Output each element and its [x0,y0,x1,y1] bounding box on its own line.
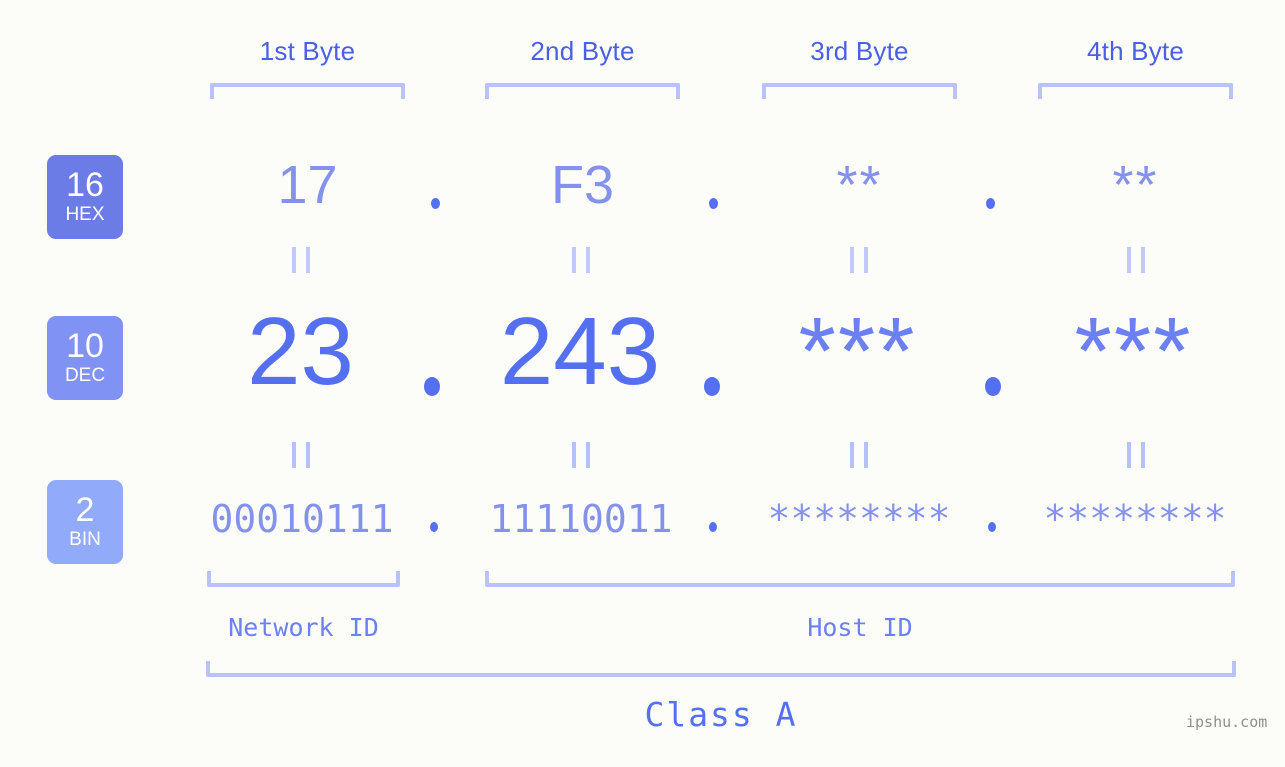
equivalence-mark-hex-dec-2 [572,247,590,273]
dec-separator-dot-3 [985,377,1001,396]
byte-bracket-1 [210,83,405,99]
equivalence-mark-hex-dec-4 [1127,247,1145,273]
bin-byte-4: ******** [1043,497,1227,541]
equivalence-mark-hex-dec-3 [850,247,868,273]
hex-separator-dot-1 [431,198,440,209]
radix-badge-bin-name: BIN [69,528,101,550]
dec-separator-dot-2 [704,377,720,396]
host-id-label: Host ID [807,613,913,642]
byte-bracket-3 [762,83,957,99]
bin-byte-3: ******** [767,497,951,541]
radix-badge-dec-number: 10 [66,327,104,366]
byte-bracket-4 [1038,83,1233,99]
dec-separator-dot-1 [424,377,440,396]
equivalence-mark-hex-dec-1 [292,247,310,273]
byte-header-2: 2nd Byte [530,36,635,66]
hex-byte-4: ** [1112,155,1159,215]
dec-byte-4: *** [1074,298,1193,405]
hex-byte-1: 17 [277,155,338,215]
byte-bracket-2 [485,83,680,99]
host-id-bracket [485,571,1235,587]
network-id-bracket [207,571,400,587]
radix-badge-hex: 16 HEX [47,155,123,239]
bin-byte-1: 00010111 [210,497,394,541]
equivalence-mark-dec-bin-3 [850,442,868,468]
class-bracket [206,661,1236,677]
byte-header-1: 1st Byte [259,36,356,66]
hex-separator-dot-3 [986,198,995,209]
equivalence-mark-dec-bin-1 [292,442,310,468]
radix-badge-dec-name: DEC [64,364,106,386]
radix-badge-bin: 2 BIN [47,480,123,564]
byte-header-3: 3rd Byte [810,36,909,66]
network-id-label: Network ID [228,613,379,642]
equivalence-mark-dec-bin-2 [572,442,590,468]
hex-separator-dot-2 [709,198,718,209]
bin-byte-2: 11110011 [489,497,673,541]
radix-badge-bin-number: 2 [75,491,95,530]
equivalence-mark-dec-bin-4 [1127,442,1145,468]
radix-badge-hex-name: HEX [65,203,105,225]
ip-address-breakdown-diagram: 1st Byte 2nd Byte 3rd Byte 4th Byte 16 H… [0,0,1285,767]
bin-separator-dot-1 [430,522,438,532]
bin-separator-dot-2 [709,522,717,532]
byte-header-4: 4th Byte [1087,36,1184,66]
bin-separator-dot-3 [988,522,996,532]
hex-byte-3: ** [836,155,883,215]
dec-byte-1: 23 [247,298,354,405]
dec-byte-2: 243 [499,298,661,405]
radix-badge-hex-number: 16 [66,166,104,205]
watermark: ipshu.com [1186,713,1268,731]
class-label: Class A [644,695,798,734]
radix-badge-dec: 10 DEC [47,316,123,400]
dec-byte-3: *** [798,298,917,405]
hex-byte-2: F3 [550,155,615,215]
